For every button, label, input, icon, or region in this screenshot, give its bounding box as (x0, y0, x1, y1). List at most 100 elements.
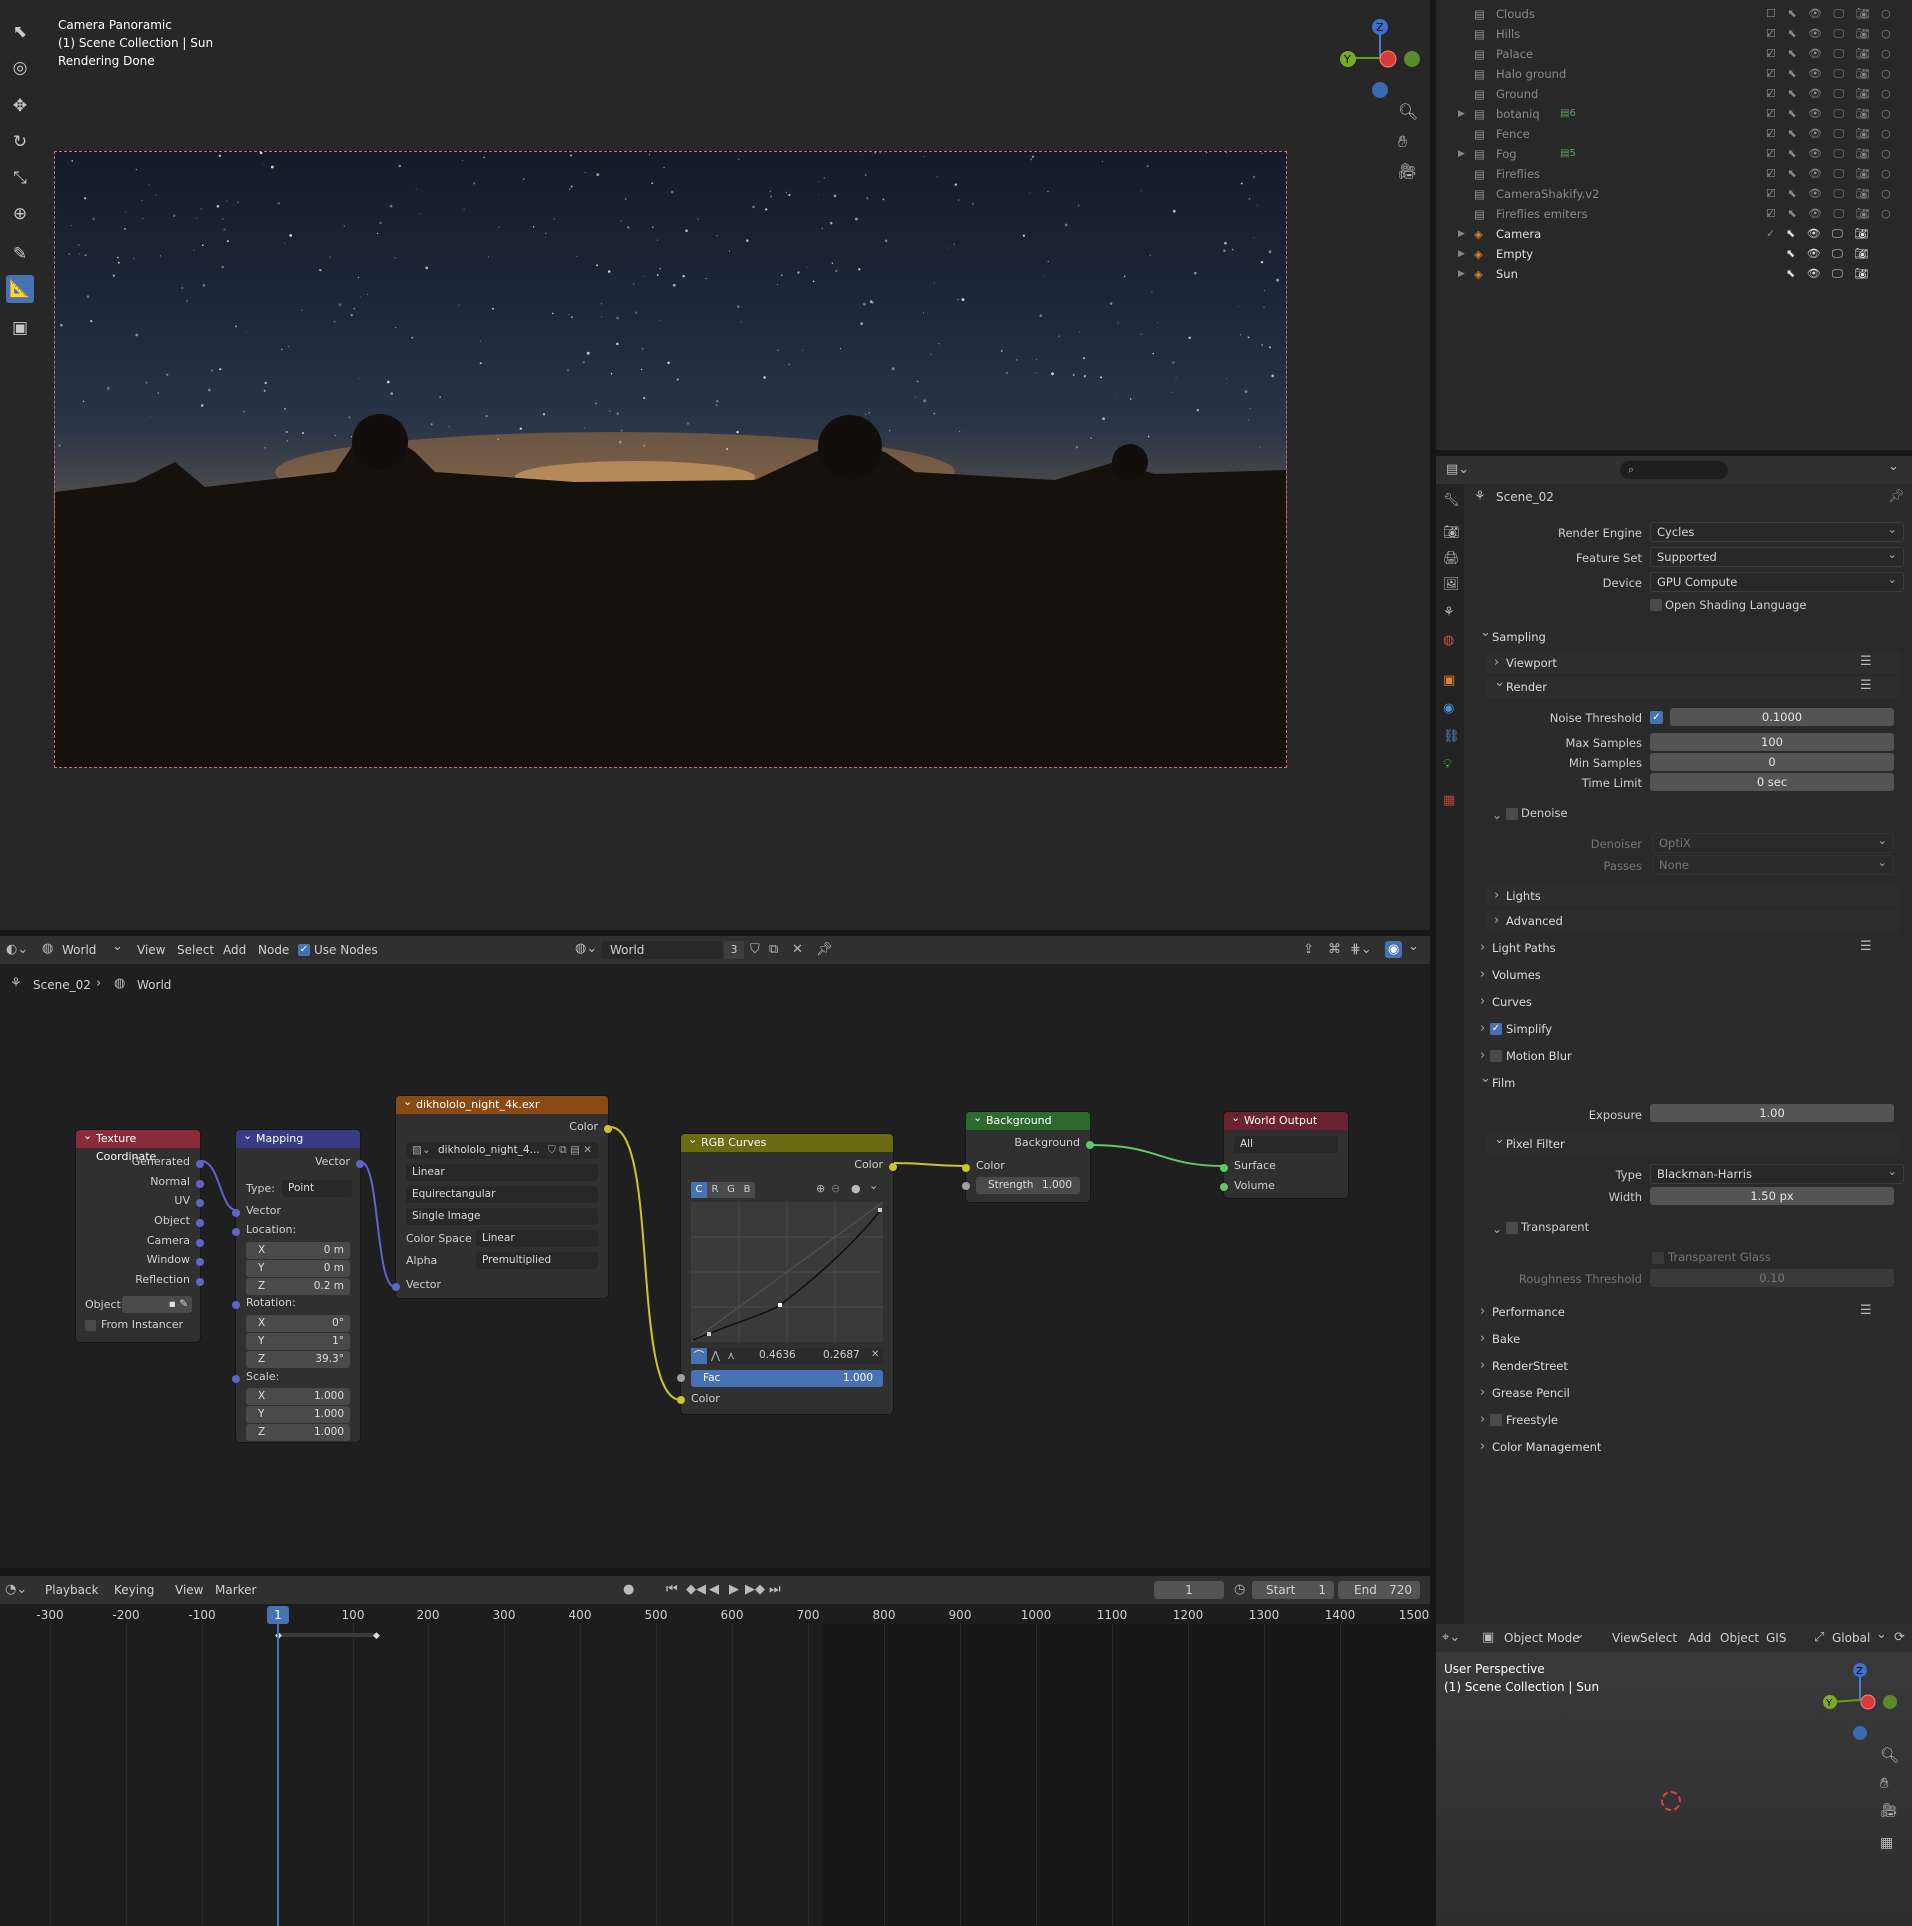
time-limit-field[interactable]: 0 sec (1650, 773, 1894, 791)
channel-b-tab[interactable]: B (739, 1182, 755, 1198)
menu-keying[interactable]: Keying (114, 1583, 154, 1597)
start-frame-field[interactable]: Start 1 (1252, 1581, 1334, 1599)
tool-tab-icon[interactable]: 🔧︎ (1443, 494, 1460, 507)
zoom-icon[interactable]: 🔍︎ (1880, 1748, 1899, 1763)
point-x[interactable]: 0.4636 (759, 1349, 796, 1361)
filter-type-dropdown[interactable]: Blackman-Harris (1650, 1162, 1904, 1184)
target-dropdown[interactable]: All (1234, 1136, 1338, 1153)
render-subpanel[interactable]: Render (1486, 672, 1900, 698)
jump-start-icon[interactable]: ⏮ (666, 1583, 678, 1596)
rotation-x[interactable]: X 0° (246, 1315, 350, 1332)
outliner-row[interactable]: ▶ ◈ Empty ⬉ 👁︎ 🖵 📷︎ (1436, 244, 1912, 264)
object-tab-icon[interactable]: ▣ (1443, 674, 1455, 687)
rgb-curves-node[interactable]: RGB Curves Color C R G B ⊕ ⊖ ● ⌄ ⌒ ⋀ ⋏ 0… (677, 1131, 897, 1414)
freestyle-checkbox[interactable] (1490, 1414, 1502, 1426)
render-engine-dropdown[interactable]: Cycles (1650, 520, 1904, 542)
noise-threshold-checkbox[interactable]: ✓ (1650, 711, 1663, 724)
texture-tab-icon[interactable]: ▦ (1443, 794, 1455, 807)
film-panel[interactable]: Film (1472, 1068, 1900, 1094)
clip-icon[interactable]: ● (851, 1183, 861, 1194)
denoise-collapse[interactable]: ⌄ (1492, 808, 1502, 822)
constraints-tab-icon[interactable]: ⛓︎ (1443, 730, 1460, 743)
noise-threshold-field[interactable]: 0.1000 (1670, 708, 1894, 726)
max-samples-field[interactable]: 100 (1650, 733, 1894, 751)
render-tab-icon[interactable]: 📷︎ (1443, 526, 1460, 539)
fac-slider[interactable]: Fac 1.000 (691, 1370, 883, 1387)
visibility-toggles[interactable]: ⬉ 👁︎ 🖵 📷︎ (1786, 224, 1872, 244)
3d-cursor[interactable] (1661, 1791, 1681, 1811)
chevron-down-icon[interactable]: ⌄ (869, 1180, 878, 1191)
camera-view-icon[interactable]: 🎥︎ (1880, 1804, 1898, 1818)
editor-type-icon[interactable]: ▤⌄ (1446, 463, 1469, 476)
source-dropdown[interactable]: Single Image (406, 1208, 598, 1225)
curves-panel[interactable]: Curves (1472, 991, 1900, 1013)
location-x[interactable]: X0 m (246, 1242, 350, 1259)
node-header[interactable]: Texture Coordinate (76, 1127, 200, 1163)
world-tab-icon[interactable]: ◍ (1443, 634, 1454, 647)
curve-graph[interactable] (691, 1202, 883, 1342)
volumes-panel[interactable]: Volumes (1472, 964, 1900, 986)
nav-gizmo-small[interactable]: Z Y (1820, 1660, 1900, 1740)
outliner-row[interactable]: ▤ Fireflies emiters ☐ ⬉ 👁︎ 🖵 📷︎ ○ ✓ (1436, 204, 1912, 240)
chevron-down-icon[interactable]: ⌄ (1888, 460, 1899, 473)
outliner-row[interactable]: ▶ ▤ Fog ▤5 ☐ ⬉ 👁︎ 🖵 📷︎ ○ ✓ (1436, 144, 1912, 180)
preset-list-icon[interactable]: ☰ (1860, 1304, 1872, 1317)
keyframe-diamond[interactable]: ◆ (373, 1631, 380, 1641)
current-frame-field[interactable]: 1 (1154, 1581, 1224, 1599)
node-header[interactable]: Background (966, 1109, 1090, 1130)
properties-search[interactable]: ⌕ (1620, 461, 1728, 479)
preset-list-icon[interactable]: ☰ (1860, 940, 1872, 953)
zoom-out-icon[interactable]: ⊖ (831, 1183, 840, 1194)
exposure-field[interactable]: 1.00 (1650, 1104, 1894, 1122)
feature-set-dropdown[interactable]: Supported (1650, 545, 1904, 567)
orientation-dropdown[interactable]: Global (1832, 1631, 1870, 1645)
delete-point-icon[interactable]: ✕ (871, 1350, 879, 1360)
bake-panel[interactable]: Bake (1472, 1328, 1900, 1350)
play-reverse-icon[interactable]: ◀ (709, 1583, 719, 1596)
outliner-row[interactable]: ▤ Fireflies ☐ ⬉ 👁︎ 🖵 📷︎ ○ ✓ (1436, 164, 1912, 200)
pin-icon[interactable]: 📌︎ (1888, 490, 1905, 503)
channel-g-tab[interactable]: G (723, 1182, 739, 1198)
pivot-icon[interactable]: ⟳ (1894, 1631, 1905, 1644)
record-icon[interactable]: ● (623, 1583, 634, 1596)
mapping-node[interactable]: Mapping Vector Type: Point Vector Locati… (232, 1127, 364, 1442)
outliner-row[interactable]: ▶ ▤ botaniq ▤6 ☐ ⬉ 👁︎ 🖵 📷︎ ○ ✓ (1436, 104, 1912, 140)
playhead-line[interactable] (277, 1612, 279, 1926)
menu-add[interactable]: Add (1688, 1631, 1711, 1645)
preset-list-icon[interactable]: ☰ (1860, 679, 1872, 692)
visibility-toggles[interactable]: ⬉ 👁︎ 🖵 📷︎ (1786, 264, 1872, 284)
menu-view[interactable]: View (175, 1583, 203, 1597)
outliner-row[interactable]: ▶ ◈ Camera ⬉ 👁︎ 🖵 📷︎ (1436, 224, 1912, 244)
transparent-glass-checkbox[interactable] (1652, 1252, 1664, 1264)
menu-gis[interactable]: GIS (1766, 1631, 1786, 1645)
transparent-collapse[interactable]: ⌄ (1492, 1222, 1502, 1236)
outliner-row[interactable]: ▤ Ground ☐ ⬉ 👁︎ 🖵 📷︎ ○ ✓ (1436, 84, 1912, 120)
viewport-subpanel[interactable]: Viewport (1486, 652, 1900, 674)
expand-arrow-icon[interactable]: ▶ (1458, 224, 1465, 244)
node-header[interactable]: dikhololo_night_4k.exr (396, 1093, 608, 1114)
motion-blur-checkbox[interactable] (1490, 1050, 1502, 1062)
menu-select[interactable]: Select (1640, 1631, 1677, 1645)
editor-type-icon[interactable]: ⌖⌄ (1442, 1631, 1460, 1644)
clock-icon[interactable]: ◷ (1234, 1583, 1245, 1596)
node-header[interactable]: RGB Curves (681, 1131, 893, 1152)
menu-playback[interactable]: Playback (45, 1583, 99, 1597)
sampling-panel[interactable]: Sampling (1472, 622, 1900, 648)
grease-pencil-panel[interactable]: Grease Pencil (1472, 1382, 1900, 1404)
data-tab-icon[interactable]: 💡︎ (1443, 758, 1452, 771)
vector-handle-icon[interactable]: ⋀ (711, 1350, 720, 1361)
motion-blur-panel[interactable]: Motion Blur (1472, 1045, 1900, 1067)
smooth-handle-icon[interactable]: ⌒ (691, 1348, 707, 1364)
from-instancer-checkbox[interactable] (85, 1320, 96, 1331)
min-samples-field[interactable]: 0 (1650, 753, 1894, 771)
lights-subpanel[interactable]: Lights (1486, 885, 1900, 907)
denoise-checkbox[interactable] (1506, 808, 1518, 820)
expand-arrow-icon[interactable]: ▶ (1458, 144, 1465, 164)
strength-field[interactable]: Strength 1.000 (976, 1177, 1080, 1194)
outliner-row[interactable]: ▤ Fence ☐ ⬉ 👁︎ 🖵 📷︎ ○ ✓ (1436, 124, 1912, 160)
menu-marker[interactable]: Marker (215, 1583, 256, 1597)
node-header[interactable]: World Output (1224, 1109, 1348, 1130)
world-output-node[interactable]: World Output All Surface Volume (1220, 1109, 1348, 1198)
preset-list-icon[interactable]: ☰ (1860, 655, 1872, 668)
node-header[interactable]: Mapping (236, 1127, 360, 1148)
